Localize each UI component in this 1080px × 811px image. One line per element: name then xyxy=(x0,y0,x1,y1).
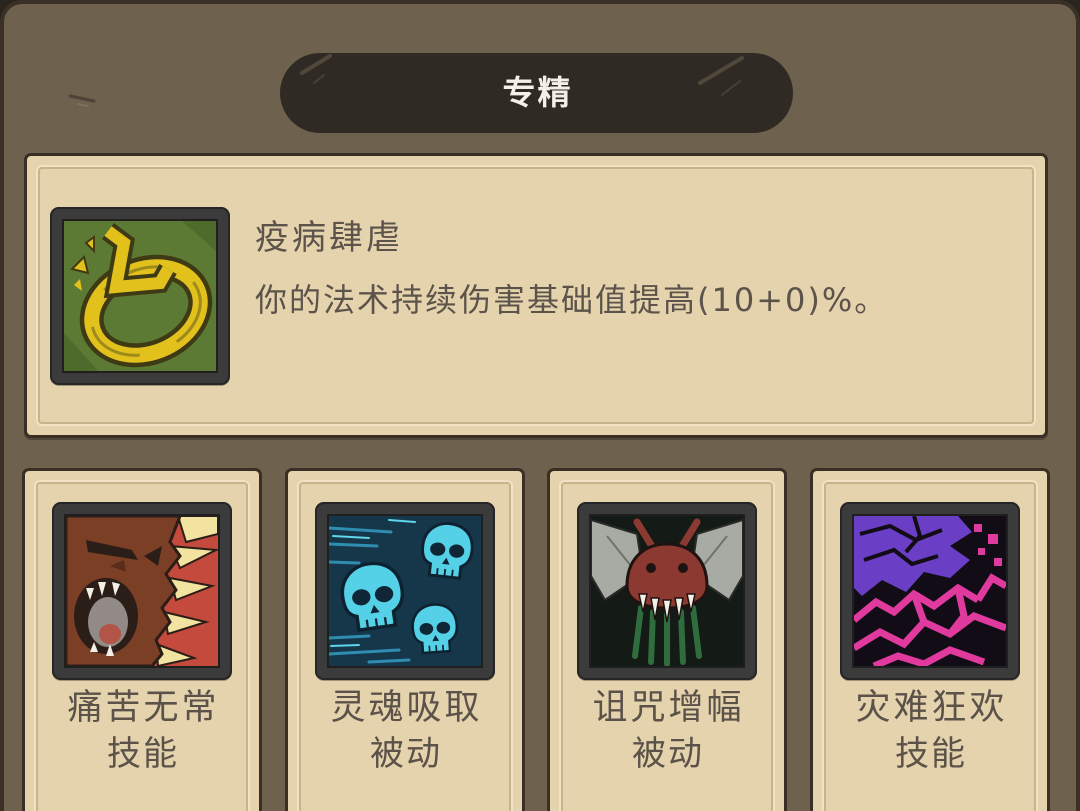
skill-card-4[interactable]: 灾难狂欢 技能 xyxy=(810,468,1050,811)
skill-card-2[interactable]: 灵魂吸取 被动 xyxy=(285,468,525,811)
chaos-pattern-icon xyxy=(854,516,1006,666)
plague-swirl-icon xyxy=(64,221,216,371)
featured-icon-frame xyxy=(50,207,230,385)
skill-type: 被动 xyxy=(370,734,442,774)
featured-spec-name: 疫病肆虐 xyxy=(255,218,403,258)
skill-card-1[interactable]: 痛苦无常 技能 xyxy=(22,468,262,811)
featured-spec-description: 你的法术持续伤害基础值提高(10+0)%。 xyxy=(255,281,889,319)
skill-name: 灾难狂欢 xyxy=(855,688,1008,728)
skill-icon-frame xyxy=(840,502,1020,680)
page-title: 专精 xyxy=(502,73,573,112)
cursed-fly-icon xyxy=(591,516,743,666)
skill-icon-frame xyxy=(315,502,495,680)
skill-name: 诅咒增幅 xyxy=(592,688,745,728)
cyan-skulls-icon xyxy=(329,516,481,666)
skill-icon-frame xyxy=(577,502,757,680)
skill-type: 技能 xyxy=(895,734,967,774)
title-banner: 专精 xyxy=(280,53,793,133)
featured-spec-card: 疫病肆虐 你的法术持续伤害基础值提高(10+0)%。 xyxy=(24,153,1048,438)
skill-icon-frame xyxy=(52,502,232,680)
skill-card-3[interactable]: 诅咒增幅 被动 xyxy=(547,468,787,811)
skill-name: 痛苦无常 xyxy=(67,688,220,728)
screaming-beast-icon xyxy=(66,516,218,666)
skill-type: 技能 xyxy=(107,734,179,774)
skill-type: 被动 xyxy=(632,734,704,774)
skill-name: 灵魂吸取 xyxy=(330,688,483,728)
